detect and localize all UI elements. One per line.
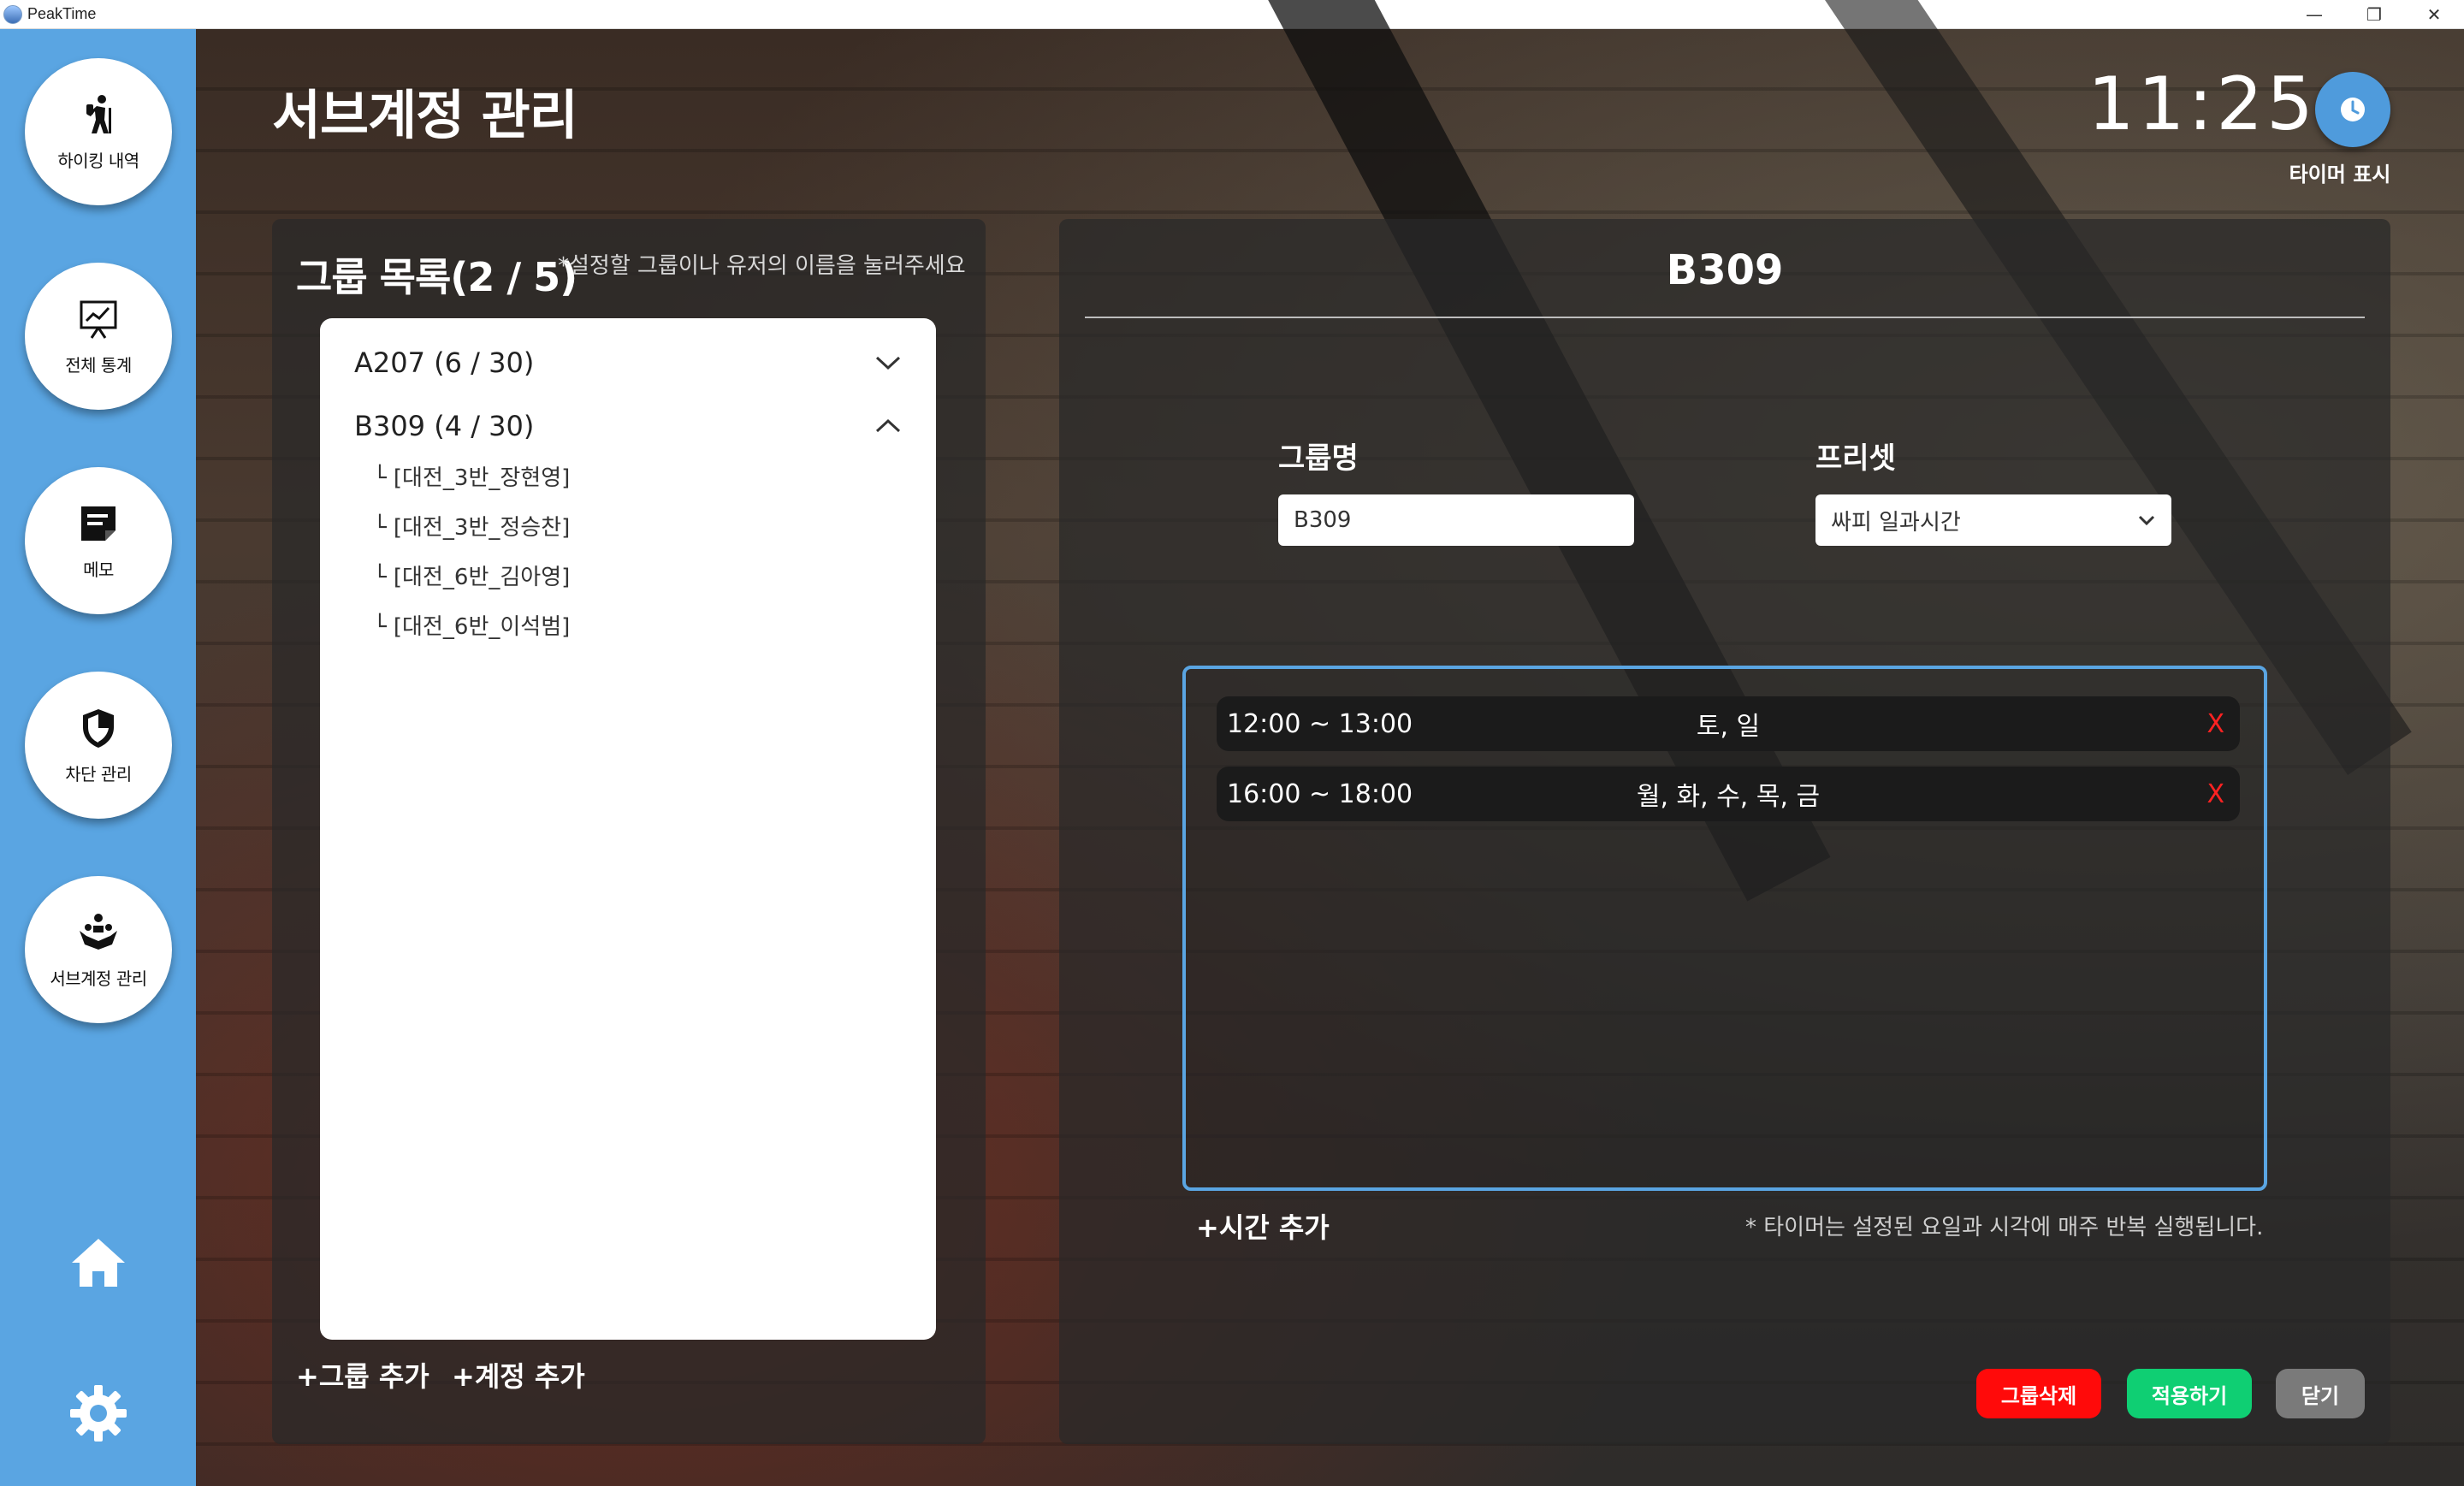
hiking-icon [86, 94, 111, 133]
member-item[interactable]: └ [대전_3반_장현영] [373, 460, 570, 492]
schedule-row[interactable]: 토, 일 12:00 ~ 13:00 X [1217, 696, 2240, 751]
schedule-time: 12:00 ~ 13:00 [1227, 708, 1413, 739]
preset-label: 프리셋 [1815, 441, 1896, 476]
window-titlebar: PeakTime — ❐ ✕ [0, 0, 2464, 29]
gear-icon[interactable] [68, 1383, 128, 1443]
member-item[interactable]: └ [대전_3반_정승찬] [373, 510, 570, 542]
close-button[interactable]: 닫기 [2276, 1369, 2365, 1418]
delete-schedule-button[interactable]: X [2206, 696, 2224, 751]
sidebar-item-label: 전체 통계 [65, 354, 132, 376]
sidebar-item-label: 하이킹 내역 [57, 150, 139, 171]
group-name: A207 (6 / 30) [354, 346, 535, 379]
delete-group-button[interactable]: 그룹삭제 [1976, 1369, 2101, 1418]
schedule-list: 토, 일 12:00 ~ 13:00 X 월, 화, 수, 목, 금 16:00… [1182, 666, 2267, 1191]
restore-button[interactable]: ❐ [2344, 0, 2404, 29]
group-list-heading: 그룹 목록(2 / 5) [296, 254, 578, 300]
sidebar-item-block-management[interactable]: 차단 관리 [25, 672, 172, 819]
app-logo-icon [3, 5, 22, 24]
timer-label: 타이머 표시 [2289, 163, 2391, 186]
member-item[interactable]: └ [대전_6반_이석범] [373, 609, 570, 641]
group-name-input[interactable] [1278, 494, 1634, 546]
add-account-button[interactable]: +계정 추가 [452, 1355, 585, 1394]
preset-select[interactable]: 싸피 일과시간 [1815, 494, 2171, 546]
sidebar-item-label: 메모 [83, 559, 114, 580]
group-detail-title: B309 [1666, 246, 1784, 294]
sub-account-icon [80, 913, 117, 950]
window-title: PeakTime [27, 5, 97, 22]
group-name-label: 그룹명 [1278, 441, 1359, 476]
close-window-button[interactable]: ✕ [2404, 0, 2464, 29]
group-name: B309 (4 / 30) [354, 410, 535, 442]
sidebar-item-label: 차단 관리 [65, 763, 132, 784]
clock-icon [2341, 98, 2365, 121]
sidebar-item-hiking-history[interactable]: 하이킹 내역 [25, 58, 172, 205]
group-item-b309[interactable]: B309 (4 / 30) [354, 400, 902, 452]
timer-toggle-button[interactable] [2315, 72, 2390, 147]
group-list-hint: *설정할 그룹이나 유저의 이름을 눌러주세요 [558, 253, 966, 279]
sidebar-item-memo[interactable]: 메모 [25, 467, 172, 614]
home-icon[interactable] [68, 1234, 128, 1294]
sidebar: 하이킹 내역 전체 통계 메모 차단 관리 서브계정 관리 [0, 29, 196, 1486]
sidebar-item-sub-account-management[interactable]: 서브계정 관리 [25, 876, 172, 1023]
member-item[interactable]: └ [대전_6반_김아영] [373, 559, 570, 591]
app-root: PeakTime — ❐ ✕ 하이킹 내역 전체 통계 메모 차단 관리 서브계… [0, 0, 2464, 1486]
chevron-down-icon [2138, 515, 2155, 526]
statistics-icon [80, 300, 117, 339]
group-list: A207 (6 / 30) B309 (4 / 30) └ [대전_3반_장현영… [320, 318, 936, 1340]
add-group-button[interactable]: +그룹 추가 [296, 1355, 429, 1394]
preset-select-value: 싸피 일과시간 [1831, 509, 1961, 536]
sidebar-item-statistics[interactable]: 전체 통계 [25, 263, 172, 410]
chevron-down-icon[interactable] [874, 354, 902, 371]
group-item-a207[interactable]: A207 (6 / 30) [354, 337, 902, 388]
schedule-time: 16:00 ~ 18:00 [1227, 779, 1413, 809]
shield-icon [83, 708, 114, 748]
apply-button[interactable]: 적용하기 [2127, 1369, 2252, 1418]
chevron-up-icon[interactable] [874, 417, 902, 435]
clock-display: 11:25 [2088, 62, 2317, 147]
add-time-button[interactable]: +시간 추가 [1196, 1206, 1330, 1246]
divider [1085, 317, 2365, 318]
minimize-button[interactable]: — [2284, 0, 2344, 29]
page-title: 서브계정 관리 [272, 84, 578, 146]
repeat-note: * 타이머는 설정된 요일과 시각에 매주 반복 실행됩니다. [1745, 1215, 2264, 1240]
delete-schedule-button[interactable]: X [2206, 767, 2224, 821]
memo-icon [81, 506, 116, 541]
sidebar-item-label: 서브계정 관리 [50, 968, 147, 989]
schedule-row[interactable]: 월, 화, 수, 목, 금 16:00 ~ 18:00 X [1217, 767, 2240, 821]
